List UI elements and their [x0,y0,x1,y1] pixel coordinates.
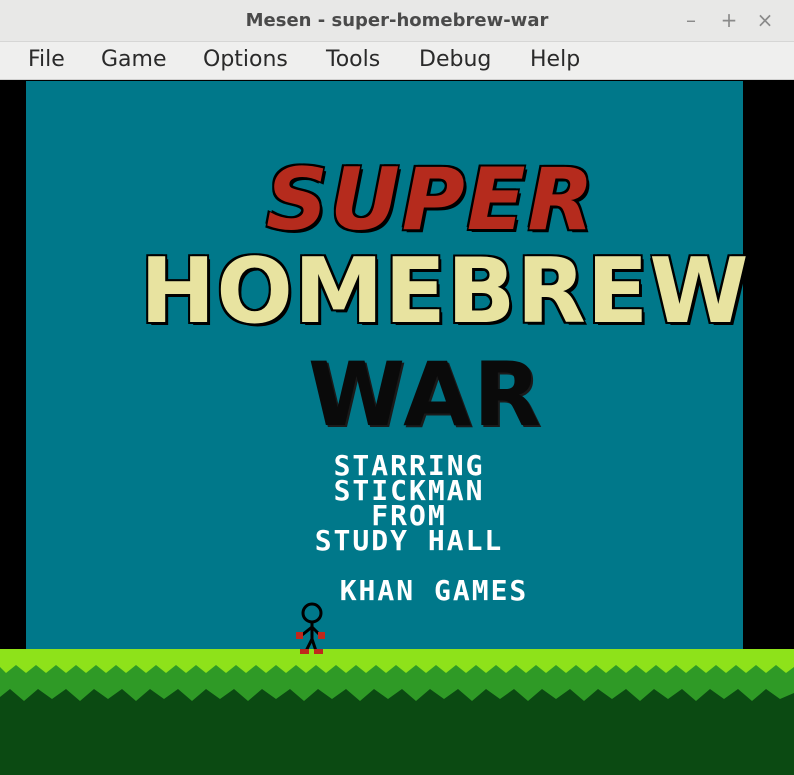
menu-options[interactable]: Options [199,45,292,75]
menu-file[interactable]: File [24,45,69,75]
stickman-head [301,602,323,624]
menu-bar: File Game Options Tools Debug Help [0,42,794,80]
close-icon[interactable]: × [752,6,778,34]
game-title-war: WAR [308,343,543,446]
stickman-sprite [296,602,325,654]
title-bar[interactable]: Mesen - super-homebrew-war – + × [0,0,794,42]
menu-tools[interactable]: Tools [322,45,384,75]
credit-study-hall: STUDY HALL [314,524,504,557]
publisher-text: KHAN GAMES [339,574,529,607]
mesen-window: Mesen - super-homebrew-war – + × File Ga… [0,0,794,775]
minimize-icon[interactable]: – [678,6,704,34]
stickman-glove-left [296,632,303,639]
stickman-shoe-left [300,649,309,654]
game-title-super: SUPER [266,150,596,250]
stickman-glove-right [318,632,325,639]
window-title: Mesen - super-homebrew-war [245,10,549,31]
game-viewport[interactable]: SUPER HOMEBREW WAR STARRING STICKMAN FRO… [0,81,794,775]
menu-game[interactable]: Game [97,45,171,75]
maximize-icon[interactable]: + [716,6,742,34]
stickman-shoe-right [314,649,323,654]
menu-help[interactable]: Help [526,45,584,75]
grass-ground [0,649,794,775]
game-title-homebrew: HOMEBREW [140,239,750,344]
menu-debug[interactable]: Debug [415,45,495,75]
